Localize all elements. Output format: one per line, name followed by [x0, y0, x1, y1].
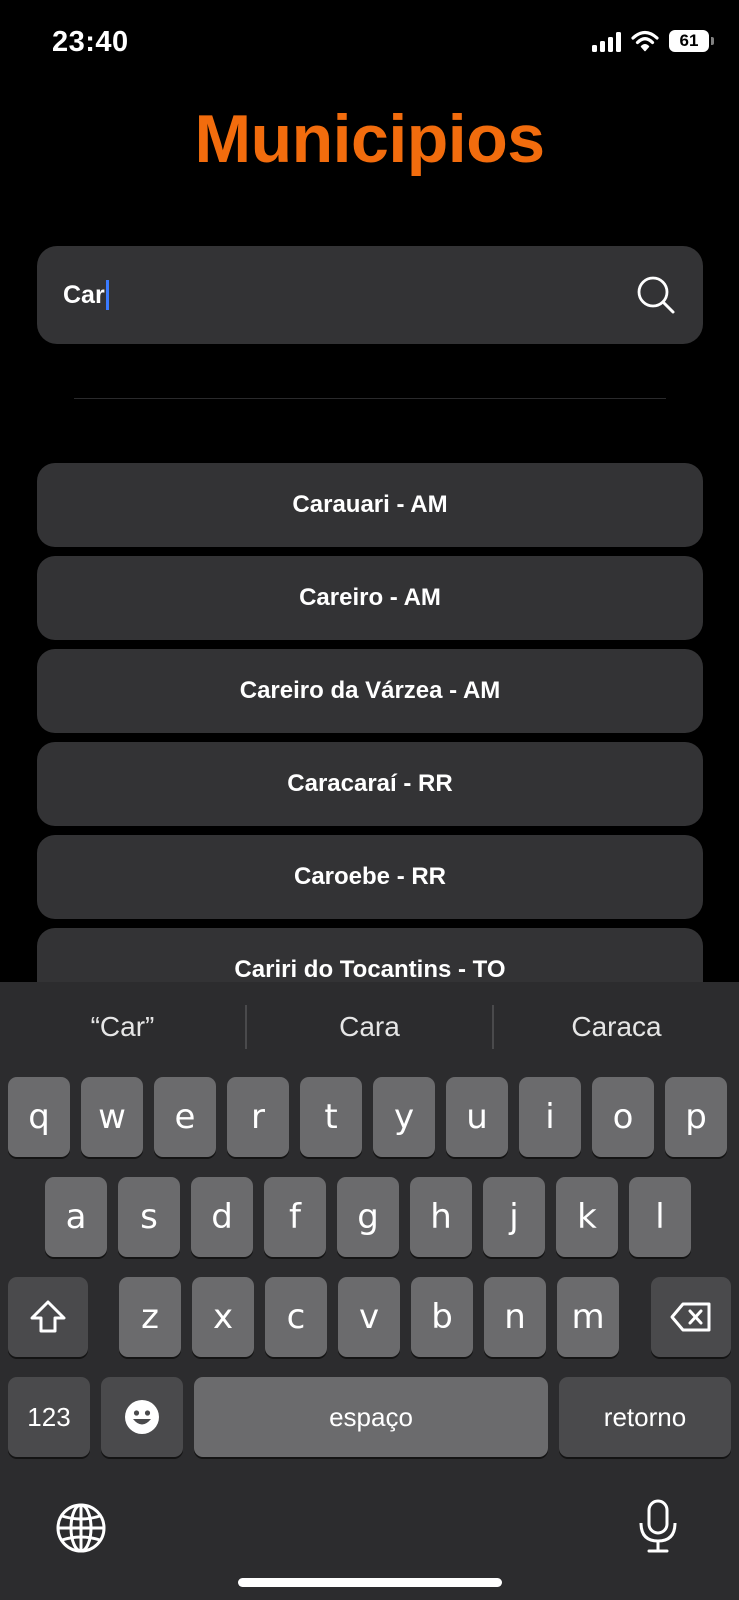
key-s[interactable]: s — [118, 1177, 180, 1257]
search-icon[interactable] — [635, 274, 677, 316]
result-item[interactable]: Careiro da Várzea - AM — [37, 649, 703, 733]
key-b[interactable]: b — [411, 1277, 473, 1357]
key-g[interactable]: g — [337, 1177, 399, 1257]
delete-key[interactable] — [651, 1277, 731, 1357]
key-a[interactable]: a — [45, 1177, 107, 1257]
screen: 23:40 61 Municipios Car Carauari - AM Ca… — [0, 0, 739, 1600]
numbers-key[interactable]: 123 — [8, 1377, 90, 1457]
cellular-signal-icon — [592, 30, 621, 52]
result-item[interactable]: Carauari - AM — [37, 463, 703, 547]
key-h[interactable]: h — [410, 1177, 472, 1257]
key-n[interactable]: n — [484, 1277, 546, 1357]
status-icons: 61 — [592, 30, 714, 52]
wifi-icon — [631, 30, 659, 52]
key-o[interactable]: o — [592, 1077, 654, 1157]
result-item[interactable]: Caracaraí - RR — [37, 742, 703, 826]
page-title: Municipios — [194, 101, 545, 177]
key-m[interactable]: m — [557, 1277, 619, 1357]
key-d[interactable]: d — [191, 1177, 253, 1257]
key-r[interactable]: r — [227, 1077, 289, 1157]
emoji-key[interactable] — [101, 1377, 183, 1457]
key-q[interactable]: q — [8, 1077, 70, 1157]
key-z[interactable]: z — [119, 1277, 181, 1357]
status-time: 23:40 — [52, 26, 129, 58]
key-x[interactable]: x — [192, 1277, 254, 1357]
key-c[interactable]: c — [265, 1277, 327, 1357]
key-y[interactable]: y — [373, 1077, 435, 1157]
key-k[interactable]: k — [556, 1177, 618, 1257]
key-p[interactable]: p — [665, 1077, 727, 1157]
search-input[interactable]: Car — [63, 278, 109, 312]
key-e[interactable]: e — [154, 1077, 216, 1157]
key-l[interactable]: l — [629, 1177, 691, 1257]
key-j[interactable]: j — [483, 1177, 545, 1257]
divider — [74, 398, 666, 399]
keyboard: “Car” Cara Caraca qwertyuiop asdfghjkl zxc… — [0, 982, 739, 1600]
globe-icon[interactable] — [54, 1501, 108, 1555]
shift-icon — [30, 1300, 66, 1333]
suggestion-item[interactable]: Cara — [247, 1011, 492, 1043]
suggestion-item[interactable]: Caraca — [494, 1011, 739, 1043]
emoji-icon — [125, 1400, 159, 1434]
result-item[interactable]: Caroebe - RR — [37, 835, 703, 919]
microphone-icon[interactable] — [631, 1499, 685, 1553]
search-input-value: Car — [63, 280, 105, 309]
key-t[interactable]: t — [300, 1077, 362, 1157]
battery-level: 61 — [679, 31, 699, 50]
key-w[interactable]: w — [81, 1077, 143, 1157]
suggestion-item[interactable]: “Car” — [0, 1011, 245, 1043]
results-list: Carauari - AM Careiro - AM Careiro da Vá… — [37, 463, 703, 1021]
battery-icon: 61 — [669, 30, 714, 52]
suggestion-bar: “Car” Cara Caraca — [0, 982, 739, 1072]
text-caret — [105, 280, 109, 310]
home-indicator — [238, 1578, 502, 1587]
key-u[interactable]: u — [446, 1077, 508, 1157]
delete-icon — [670, 1302, 711, 1332]
search-field[interactable]: Car — [37, 246, 703, 344]
result-item[interactable]: Careiro - AM — [37, 556, 703, 640]
key-v[interactable]: v — [338, 1277, 400, 1357]
shift-key[interactable] — [8, 1277, 88, 1357]
key-i[interactable]: i — [519, 1077, 581, 1157]
space-key[interactable]: espaço — [194, 1377, 548, 1457]
return-key[interactable]: retorno — [559, 1377, 731, 1457]
key-f[interactable]: f — [264, 1177, 326, 1257]
